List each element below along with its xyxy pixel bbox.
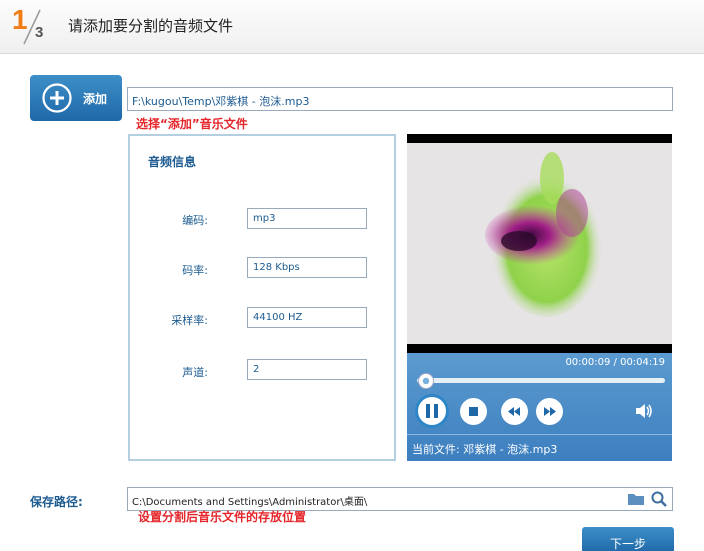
audio-info-panel: 音频信息 编码: mp3 码率: 128 Kbps 采样率: 44100 HZ … <box>128 134 396 461</box>
stop-button[interactable] <box>460 398 487 425</box>
audio-info-title: 音频信息 <box>148 155 197 169</box>
step-total: 3 <box>35 24 44 41</box>
add-hint: 选择“添加”音乐文件 <box>136 117 248 131</box>
volume-icon[interactable] <box>634 402 654 420</box>
rewind-icon <box>508 407 520 416</box>
fast-forward-icon <box>544 407 556 416</box>
visualization <box>407 143 672 344</box>
next-step-button[interactable]: 下一步 <box>582 527 674 551</box>
codec-label: 编码: <box>182 214 208 227</box>
channels-label: 声道: <box>182 366 208 379</box>
media-player: 00:00:09 / 00:04:19 当前文件: 邓紫棋 - 泡沫.mp3 <box>407 134 672 461</box>
seek-handle[interactable] <box>417 373 434 389</box>
bitrate-label: 码率: <box>182 264 208 277</box>
add-file-button[interactable]: 添加 <box>30 75 122 121</box>
video-area <box>407 134 672 353</box>
controls-divider <box>407 434 672 435</box>
channels-field: 2 <box>247 359 367 380</box>
save-path-label: 保存路径: <box>30 495 83 509</box>
time-display: 00:00:09 / 00:04:19 <box>565 357 665 368</box>
pause-button[interactable] <box>415 394 449 428</box>
pause-icon <box>426 404 438 418</box>
page-title: 请添加要分割的音频文件 <box>68 17 234 35</box>
save-hint: 设置分割后音乐文件的存放位置 <box>138 510 307 524</box>
current-file: 当前文件: 邓紫棋 - 泡沫.mp3 <box>412 443 558 456</box>
fast-forward-button[interactable] <box>536 398 563 425</box>
folder-icon[interactable] <box>627 490 645 508</box>
codec-field: mp3 <box>247 208 367 229</box>
samplerate-field: 44100 HZ <box>247 307 367 328</box>
samplerate-label: 采样率: <box>171 314 208 327</box>
search-icon[interactable] <box>650 490 668 508</box>
plus-circle-icon <box>42 83 72 113</box>
seek-track[interactable] <box>417 378 665 383</box>
stop-icon <box>469 407 478 416</box>
header: 1 3 请添加要分割的音频文件 <box>0 0 704 54</box>
player-controls: 00:00:09 / 00:04:19 当前文件: 邓紫棋 - 泡沫.mp3 <box>407 353 672 461</box>
visualization-graphic <box>485 152 604 317</box>
bitrate-field: 128 Kbps <box>247 257 367 278</box>
add-button-label: 添加 <box>83 92 108 106</box>
file-path-field[interactable]: F:\kugou\Temp\邓紫棋 - 泡沫.mp3 <box>127 87 673 111</box>
rewind-button[interactable] <box>501 398 528 425</box>
